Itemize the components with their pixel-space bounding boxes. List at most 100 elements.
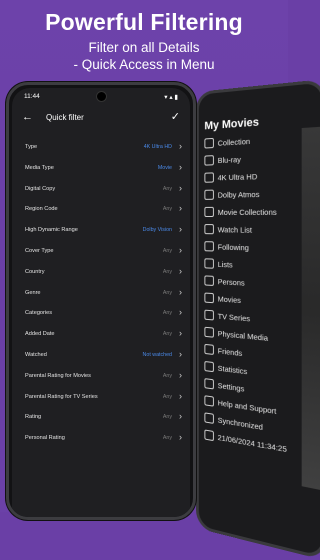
main-phone: 11:44 ▾ ▴ ▮ ← Quick filter ✓ Type 4K Ultr… <box>6 82 196 520</box>
chevron-right-icon: › <box>179 162 182 172</box>
app-bar: ← Quick filter ✓ <box>12 104 190 132</box>
camera-cutout <box>96 91 107 102</box>
menu-item-label: Physical Media <box>218 328 268 342</box>
filter-label: Parental Rating for TV Series <box>25 394 98 400</box>
secondary-phone: My Movies Collection Blu-ray 4K Ultra HD Do… <box>196 79 320 560</box>
filter-row[interactable]: Cover Type Any › <box>12 242 190 263</box>
filter-row[interactable]: Digital Copy Any › <box>12 180 190 201</box>
chevron-right-icon: › <box>179 307 182 317</box>
menu-item-icon <box>204 327 213 338</box>
menu-item-icon <box>204 207 213 217</box>
status-bar: 11:44 ▾ ▴ ▮ <box>12 88 190 104</box>
chevron-right-icon: › <box>179 328 182 338</box>
menu-item-label: Persons <box>218 277 245 288</box>
filter-value: Any <box>163 310 172 316</box>
menu-item-label: 21/06/2024 11:34:25 <box>218 432 287 453</box>
menu-item[interactable]: Friends <box>204 344 242 358</box>
chevron-right-icon: › <box>179 432 182 442</box>
filter-row[interactable]: Parental Rating for TV Series Any › <box>12 388 190 409</box>
menu-item[interactable]: Dolby Atmos <box>204 189 259 200</box>
filter-row[interactable]: Watched Not watched › <box>12 346 190 367</box>
menu-item[interactable]: 21/06/2024 11:34:25 <box>204 429 286 454</box>
chevron-right-icon: › <box>179 391 182 401</box>
filter-value: Not watched <box>143 352 172 358</box>
filter-value: Any <box>163 186 172 192</box>
filter-row[interactable]: Media Type Movie › <box>12 159 190 180</box>
filter-row[interactable]: Added Date Any › <box>12 325 190 346</box>
menu-item[interactable]: Persons <box>204 275 244 287</box>
filter-label: Rating <box>25 414 41 420</box>
chevron-right-icon: › <box>179 183 182 193</box>
menu-item-label: 4K Ultra HD <box>218 171 258 182</box>
menu-item-icon <box>204 310 213 321</box>
filter-value: Any <box>163 248 172 254</box>
filter-label: Cover Type <box>25 248 54 254</box>
chevron-right-icon: › <box>179 224 182 234</box>
menu-background-strip <box>302 127 320 490</box>
filter-row[interactable]: Region Code Any › <box>12 200 190 221</box>
chevron-right-icon: › <box>179 370 182 380</box>
menu-item[interactable]: Movie Collections <box>204 206 276 217</box>
filter-value: Any <box>163 394 172 400</box>
menu-item[interactable]: Movies <box>204 293 241 306</box>
status-time: 11:44 <box>24 93 40 100</box>
menu-item-icon <box>204 429 213 441</box>
menu-item[interactable]: Lists <box>204 258 232 269</box>
menu-item-icon <box>204 138 213 149</box>
filter-label: Added Date <box>25 331 55 337</box>
menu-item[interactable]: 4K Ultra HD <box>204 171 257 183</box>
menu-item[interactable]: Blu-ray <box>204 154 241 166</box>
menu-item-icon <box>204 293 213 304</box>
filter-value: Movie <box>158 165 172 171</box>
chevron-right-icon: › <box>179 203 182 213</box>
menu-item[interactable]: TV Series <box>204 310 250 324</box>
menu-item-icon <box>204 344 213 355</box>
filter-row[interactable]: Genre Any › <box>12 284 190 305</box>
filter-value: Any <box>163 206 172 212</box>
menu-item[interactable]: Following <box>204 241 248 252</box>
filter-row[interactable]: Personal Rating Any › <box>12 429 190 450</box>
filter-value: Any <box>163 373 172 379</box>
menu-item-label: Collection <box>218 136 250 147</box>
filter-row[interactable]: Country Any › <box>12 263 190 284</box>
chevron-right-icon: › <box>179 287 182 297</box>
menu-item-icon <box>204 395 213 407</box>
filter-label: Personal Rating <box>25 435 65 441</box>
menu-item-icon <box>204 190 213 200</box>
filter-label: Digital Copy <box>25 186 55 192</box>
menu-item-label: Statistics <box>218 363 247 376</box>
chevron-right-icon: › <box>179 141 182 151</box>
confirm-check-icon[interactable]: ✓ <box>171 110 180 123</box>
menu-item-label: Friends <box>218 346 242 358</box>
menu-item-label: Blu-ray <box>218 154 241 164</box>
filter-value: 4K Ultra HD <box>144 144 172 150</box>
menu-item[interactable]: Physical Media <box>204 327 268 343</box>
filter-label: Type <box>25 144 37 150</box>
filter-row[interactable]: Rating Any › <box>12 408 190 429</box>
filter-row[interactable]: High Dynamic Range Dolby Vision › <box>12 221 190 242</box>
menu-item-label: Movie Collections <box>218 207 277 217</box>
filter-label: Parental Rating for Movies <box>25 373 91 379</box>
menu-item[interactable]: Settings <box>204 378 244 394</box>
filter-row[interactable]: Parental Rating for Movies Any › <box>12 367 190 388</box>
menu-item[interactable]: Collection <box>204 136 250 149</box>
promo-line-1: Filter on all Details <box>0 40 288 55</box>
filter-row[interactable]: Type 4K Ultra HD › <box>12 138 190 159</box>
menu-item-label: Synchronized <box>218 415 263 432</box>
menu-item-icon <box>204 361 213 372</box>
filter-label: Media Type <box>25 165 54 171</box>
filter-value: Any <box>163 269 172 275</box>
menu-item-icon <box>204 258 213 268</box>
menu-item[interactable]: Synchronized <box>204 412 262 432</box>
filter-value: Any <box>163 414 172 420</box>
filter-label: Country <box>25 269 45 275</box>
back-arrow-icon[interactable]: ← <box>22 111 33 123</box>
filter-row[interactable]: Categories Any › <box>12 304 190 325</box>
system-icons: ▾ ▴ ▮ <box>164 93 178 101</box>
menu-item-label: Following <box>218 242 249 252</box>
menu-item-label: Lists <box>218 259 233 269</box>
menu-item[interactable]: Statistics <box>204 361 247 376</box>
menu-item[interactable]: Watch List <box>204 224 252 235</box>
page-title: Quick filter <box>46 113 84 122</box>
filter-value: Dolby Vision <box>143 227 172 233</box>
